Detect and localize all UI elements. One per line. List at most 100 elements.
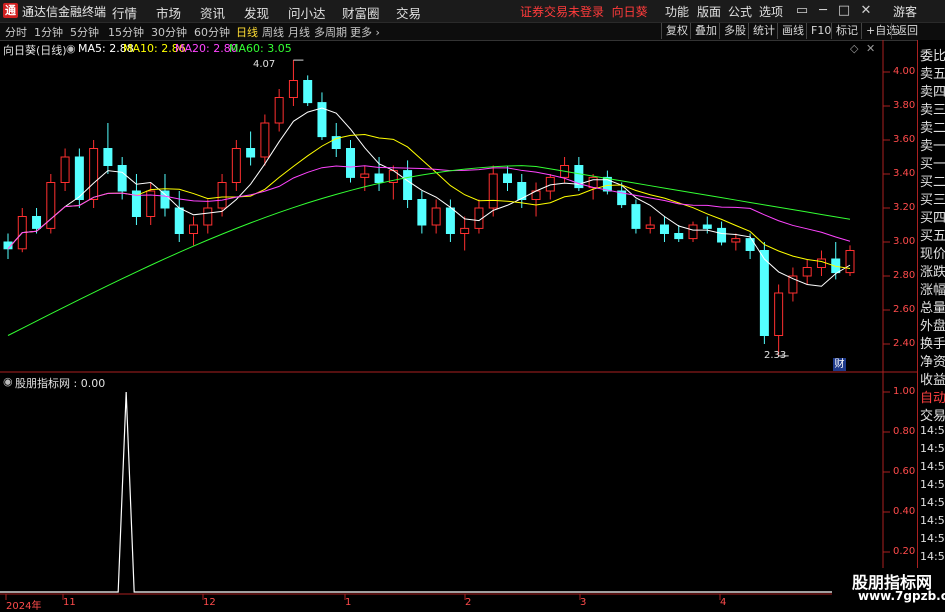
menu-hangqing[interactable]: 行情 (112, 3, 137, 22)
period-fenshi[interactable]: 分时 (5, 24, 27, 40)
candle-body (274, 97, 284, 124)
tool-biaoji[interactable]: 标记 (831, 23, 862, 39)
period-more[interactable]: 更多 › (350, 24, 380, 40)
menu-zixun[interactable]: 资讯 (200, 3, 225, 22)
period-1min[interactable]: 1分钟 (34, 24, 63, 40)
candle-body (688, 224, 698, 240)
y-tick-label: 3.60 (893, 134, 916, 145)
login-status[interactable]: 证券交易未登录 向日葵 (520, 3, 648, 20)
period-15min[interactable]: 15分钟 (108, 24, 144, 40)
candle-body (731, 238, 741, 243)
candle-body (702, 224, 712, 229)
candle-body (103, 148, 113, 166)
tool-huaxian[interactable]: 画线 (777, 23, 808, 39)
candle-body (445, 207, 455, 234)
quote-label: 卖二 (920, 121, 945, 136)
period-daily[interactable]: 日线 (236, 24, 258, 40)
candle-body (288, 80, 298, 98)
x-tick-label: 4 (720, 597, 727, 608)
kline-chart[interactable] (0, 40, 917, 609)
tick-time: 14:56 (920, 514, 945, 527)
candle-body (303, 80, 313, 104)
period-30min[interactable]: 30分钟 (151, 24, 187, 40)
menu-wenxiaoda[interactable]: 问小达 (288, 3, 326, 22)
menu-caifuquan[interactable]: 财富圈 (342, 3, 380, 22)
y-tick-label: 3.20 (893, 202, 916, 213)
candle-body (717, 227, 727, 243)
candle-body (74, 156, 84, 200)
quote-label: 卖三 (920, 103, 945, 118)
tick-time: 14:56 (920, 496, 945, 509)
low-annotation: 2.33 (764, 350, 787, 361)
guest-label[interactable]: 游客 (893, 3, 917, 20)
candle-body (203, 207, 213, 226)
skin-icon[interactable]: ▭ (793, 2, 811, 20)
tool-fanhui[interactable]: 返回 (891, 23, 922, 39)
indicator-legend: 股朋指标网 : 0.00 (15, 377, 106, 390)
quote-label: 委比 (920, 49, 945, 64)
minimize-icon[interactable]: ─ (814, 2, 832, 20)
candle-body (816, 258, 826, 268)
menu-xuanxiang[interactable]: 选项 (759, 3, 783, 20)
auto-trade-tab[interactable]: 自动 (920, 387, 945, 406)
period-5min[interactable]: 5分钟 (70, 24, 99, 40)
tick-time: 14:56 (920, 478, 945, 491)
finance-marker[interactable]: 财 (833, 358, 846, 371)
tool-duogu[interactable]: 多股 (719, 23, 750, 39)
candle-body (403, 170, 413, 201)
candle-body (502, 173, 512, 183)
menu-shichang[interactable]: 市场 (156, 3, 181, 22)
tool-fuquan[interactable]: 复权 (661, 23, 692, 39)
candle-body (217, 182, 227, 209)
candle-body (488, 173, 498, 209)
ind-y-tick: 0.60 (893, 466, 916, 477)
candle-body (32, 216, 42, 229)
quote-label: 卖一 (920, 139, 945, 154)
menu-gongshi[interactable]: 公式 (728, 3, 752, 20)
x-tick-label: 12 (203, 597, 216, 608)
tool-tongji[interactable]: 统计 (748, 23, 779, 39)
period-weekly[interactable]: 周线 (262, 24, 284, 40)
menu-gongneng[interactable]: 功能 (665, 3, 689, 20)
quote-label: 净资 (920, 355, 945, 370)
tool-diejia[interactable]: 叠加 (690, 23, 721, 39)
close-icon[interactable]: ✕ (857, 2, 875, 20)
candle-body (89, 148, 99, 200)
candle-body (231, 148, 241, 183)
candle-body (160, 190, 170, 209)
candle-body (460, 227, 470, 234)
watermark-url: www.7gpzb.com (858, 589, 945, 603)
menu-banmian[interactable]: 版面 (697, 3, 721, 20)
candle-body (845, 250, 855, 274)
quote-label: 买四 (920, 211, 945, 226)
menu-jiaoyi[interactable]: 交易 (396, 3, 421, 22)
candle-body (431, 207, 441, 226)
candle-body (645, 224, 655, 229)
x-tick-label: 11 (63, 597, 76, 608)
quote-label: 外盘 (920, 319, 945, 334)
candle-body (631, 204, 641, 229)
tick-time: 14:56 (920, 442, 945, 455)
ind-y-tick: 0.40 (893, 506, 916, 517)
quote-label: 卖四 (920, 85, 945, 100)
menu-faxian[interactable]: 发现 (244, 3, 269, 22)
maximize-icon[interactable]: □ (835, 2, 853, 20)
indicator-toggle-icon[interactable]: ◉ (3, 375, 13, 388)
quote-label: 卖五 (920, 67, 945, 82)
candle-body (802, 267, 812, 277)
y-tick-label: 3.80 (893, 100, 916, 111)
candle-body (774, 292, 784, 336)
period-monthly[interactable]: 月线 (288, 24, 310, 40)
quote-label: 买三 (920, 193, 945, 208)
candle-body (346, 148, 356, 178)
trade-tab[interactable]: 交易 (920, 405, 945, 424)
x-tick-label: 3 (580, 597, 587, 608)
quote-label: 现价 (920, 247, 945, 262)
ind-y-tick: 0.80 (893, 426, 916, 437)
quote-label: 收益 (920, 373, 945, 388)
period-multi[interactable]: 多周期 (314, 24, 347, 40)
app-name: 通达信金融终端 (22, 5, 107, 19)
period-60min[interactable]: 60分钟 (194, 24, 230, 40)
x-tick-label: 2 (465, 597, 472, 608)
quote-label: 买二 (920, 175, 945, 190)
